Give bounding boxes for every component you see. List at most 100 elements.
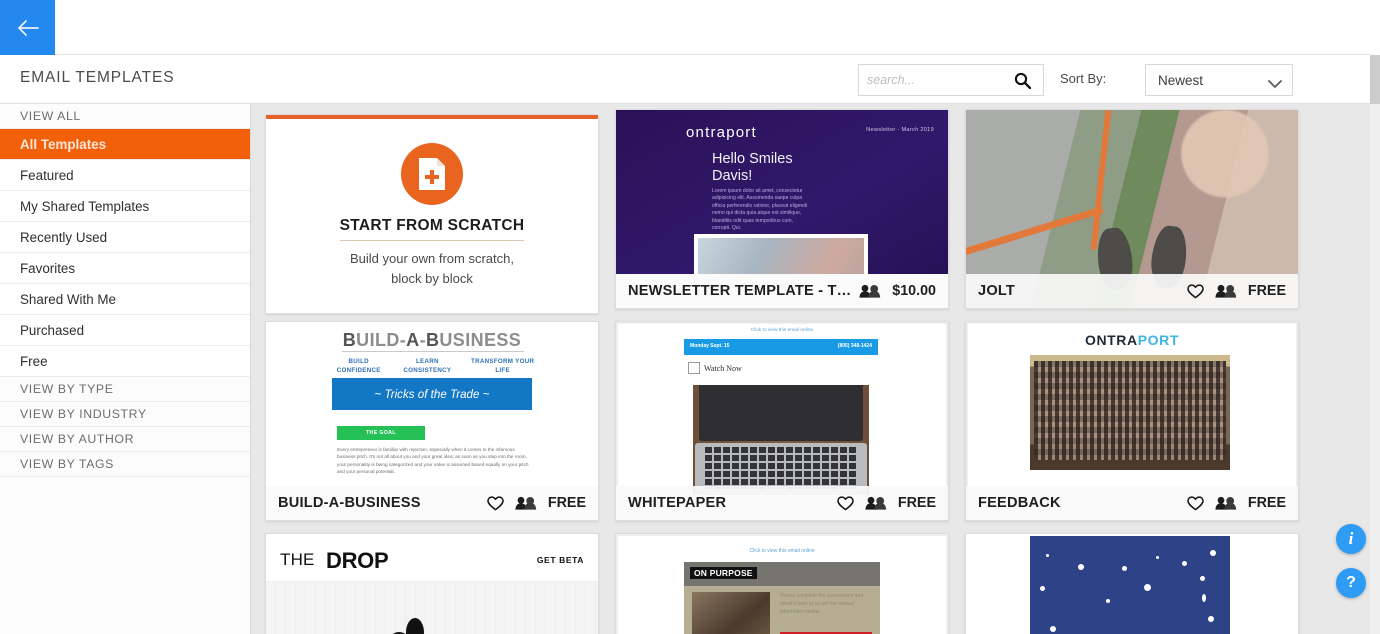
thumb-heading: Hello Smiles Davis!	[712, 151, 793, 184]
card-actions: FREE	[487, 495, 586, 511]
template-card-on-purpose[interactable]: Click to view this email online ON PURPO…	[615, 533, 949, 634]
sort-by-value: Newest	[1158, 73, 1204, 88]
thumb-column: LEARN CONSISTENCY	[403, 358, 452, 374]
card-actions: FREE	[1187, 283, 1286, 299]
favorite-heart-icon[interactable]	[1187, 283, 1204, 299]
favorite-heart-icon[interactable]	[487, 495, 504, 511]
thumb-logo-light: THE	[280, 550, 315, 569]
thumb-column: TRANSFORM YOUR LIFE	[471, 358, 535, 374]
sidebar-heading-view-by-tags[interactable]: VIEW BY TAGS	[0, 452, 250, 477]
thumb-bar: Monday Sept. 15 (805) 348-1424	[684, 339, 878, 355]
chevron-down-icon	[1268, 76, 1282, 94]
thumb-logo: ON PURPOSE	[690, 567, 757, 579]
shared-users-icon[interactable]	[1215, 284, 1237, 298]
card-actions: $10.00	[859, 283, 936, 299]
template-card-feedback[interactable]: ONTRAPORT FEEDBACK FREE	[965, 321, 1299, 521]
floating-actions: i ?	[1336, 524, 1366, 598]
card-price: $10.00	[892, 283, 936, 299]
sidebar-item-favorites[interactable]: Favorites	[0, 253, 250, 284]
template-card-build-a-business[interactable]: BUILD-A-BUSINESS BUILD CONFIDENCE LEARN …	[265, 321, 599, 521]
thumb-image	[688, 380, 874, 500]
templates-grid: START FROM SCRATCH Build your own from s…	[251, 104, 1370, 634]
sidebar-item-free[interactable]: Free	[0, 346, 250, 377]
scratch-content: START FROM SCRATCH Build your own from s…	[266, 119, 598, 313]
thumb-badge: THE GOAL	[337, 426, 425, 440]
email-templates-page: EMAIL TEMPLATES Sort By: Newest VIEW ALL…	[0, 0, 1380, 634]
back-button[interactable]	[0, 0, 55, 55]
card-title: FEEDBACK	[978, 495, 1061, 511]
card-title: NEWSLETTER TEMPLATE - TRI...	[628, 283, 852, 299]
card-footer: WHITEPAPER FREE	[616, 486, 948, 520]
thumb-cta: GET BETA	[536, 555, 584, 565]
search-box[interactable]	[858, 64, 1044, 96]
card-price: FREE	[1247, 283, 1286, 299]
card-actions: FREE	[837, 495, 936, 511]
card-footer: FEEDBACK FREE	[966, 486, 1298, 520]
sidebar-item-featured[interactable]: Featured	[0, 160, 250, 191]
scroll-rail[interactable]	[1370, 104, 1380, 634]
template-card-newsletter[interactable]: ontraport Newsletter - March 2019 Hello …	[615, 109, 949, 309]
question-icon[interactable]: ?	[1336, 568, 1366, 598]
template-card-whitepaper[interactable]: Click to view this email online Monday S…	[615, 321, 949, 521]
shared-users-icon[interactable]	[865, 496, 887, 510]
card-thumbnail: THE DROP GET BETA	[266, 534, 598, 634]
card-footer: BUILD-A-BUSINESS FREE	[266, 486, 598, 520]
thumb-column: BUILD CONFIDENCE	[336, 358, 381, 374]
sidebar-item-recently-used[interactable]: Recently Used	[0, 222, 250, 253]
topbar-right-edge	[1370, 0, 1380, 55]
card-thumbnail: Click to view this email online ON PURPO…	[616, 534, 948, 634]
thumb-bar-right: (805) 348-1424	[837, 343, 872, 349]
templates-grid-area[interactable]: START FROM SCRATCH Build your own from s…	[251, 104, 1370, 634]
template-card-happy[interactable]: HAPPY	[965, 533, 1299, 634]
thumb-logo: ONTRAPORT	[966, 332, 1298, 348]
thumb-link: Click to view this email online	[749, 548, 815, 554]
thumb-image: HAPPY	[1030, 536, 1230, 634]
page-title: EMAIL TEMPLATES	[20, 69, 175, 86]
thumb-date: Newsletter - March 2019	[866, 127, 934, 133]
sort-by-label: Sort By:	[1060, 71, 1107, 86]
card-price: FREE	[897, 495, 936, 511]
card-price: FREE	[1247, 495, 1286, 511]
sidebar-item-my-shared-templates[interactable]: My Shared Templates	[0, 191, 250, 222]
shared-users-icon[interactable]	[515, 496, 537, 510]
card-title: WHITEPAPER	[628, 495, 727, 511]
card-title: BUILD-A-BUSINESS	[278, 495, 421, 511]
top-bar	[0, 0, 1380, 55]
favorite-heart-icon[interactable]	[1187, 495, 1204, 511]
thumb-body: Lorem ipsum dolor sit amet, consectetur …	[712, 188, 808, 232]
info-icon[interactable]: i	[1336, 524, 1366, 554]
thumb-bar-left: Monday Sept. 15	[690, 343, 730, 349]
sidebar-heading-view-by-author[interactable]: VIEW BY AUTHOR	[0, 427, 250, 452]
search-icon[interactable]	[1009, 72, 1035, 89]
template-card-the-drop[interactable]: THE DROP GET BETA	[265, 533, 599, 634]
favorite-heart-icon[interactable]	[837, 495, 854, 511]
thumb-body: Please complete the assessment and email…	[780, 593, 864, 615]
thumb-logo-light: PORT	[1137, 332, 1180, 348]
thumb-logo-dark: ONTRA	[1084, 332, 1138, 348]
sidebar-heading-view-by-type[interactable]: VIEW BY TYPE	[0, 377, 250, 402]
page-header: EMAIL TEMPLATES Sort By: Newest	[0, 55, 1370, 104]
thumb-columns: BUILD CONFIDENCE LEARN CONSISTENCY TRANS…	[326, 357, 542, 375]
thumb-checkbox: Watch Now	[688, 362, 742, 374]
thumb-checkbox-label: Watch Now	[704, 363, 742, 373]
thumb-body: Every entrepreneur is familiar with reje…	[337, 447, 529, 475]
search-input[interactable]	[867, 65, 1009, 95]
help-icon-label: ?	[1346, 574, 1356, 591]
thumb-logo: BUILD-A-BUSINESS	[342, 330, 522, 350]
thumb-logo-bold: DROP	[326, 548, 389, 573]
sidebar-item-purchased[interactable]: Purchased	[0, 315, 250, 346]
card-title: JOLT	[978, 283, 1016, 299]
card-subtitle-line1: Build your own from scratch,	[349, 251, 514, 266]
thumb-header: THE DROP GET BETA	[266, 534, 598, 582]
card-thumbnail: HAPPY	[966, 534, 1298, 634]
thumb-banner: ~ Tricks of the Trade ~	[332, 378, 532, 410]
shared-users-icon[interactable]	[1215, 496, 1237, 510]
shared-users-icon[interactable]	[859, 284, 881, 298]
sidebar-item-all-templates[interactable]: All Templates	[0, 129, 250, 160]
sidebar-heading-view-by-industry[interactable]: VIEW BY INDUSTRY	[0, 402, 250, 427]
sort-by-select[interactable]: Newest	[1145, 64, 1293, 96]
sidebar-item-shared-with-me[interactable]: Shared With Me	[0, 284, 250, 315]
card-footer: NEWSLETTER TEMPLATE - TRI... $10.00	[616, 274, 948, 308]
template-card-jolt[interactable]: JOLT FREE	[965, 109, 1299, 309]
template-card-start-from-scratch[interactable]: START FROM SCRATCH Build your own from s…	[265, 114, 599, 314]
